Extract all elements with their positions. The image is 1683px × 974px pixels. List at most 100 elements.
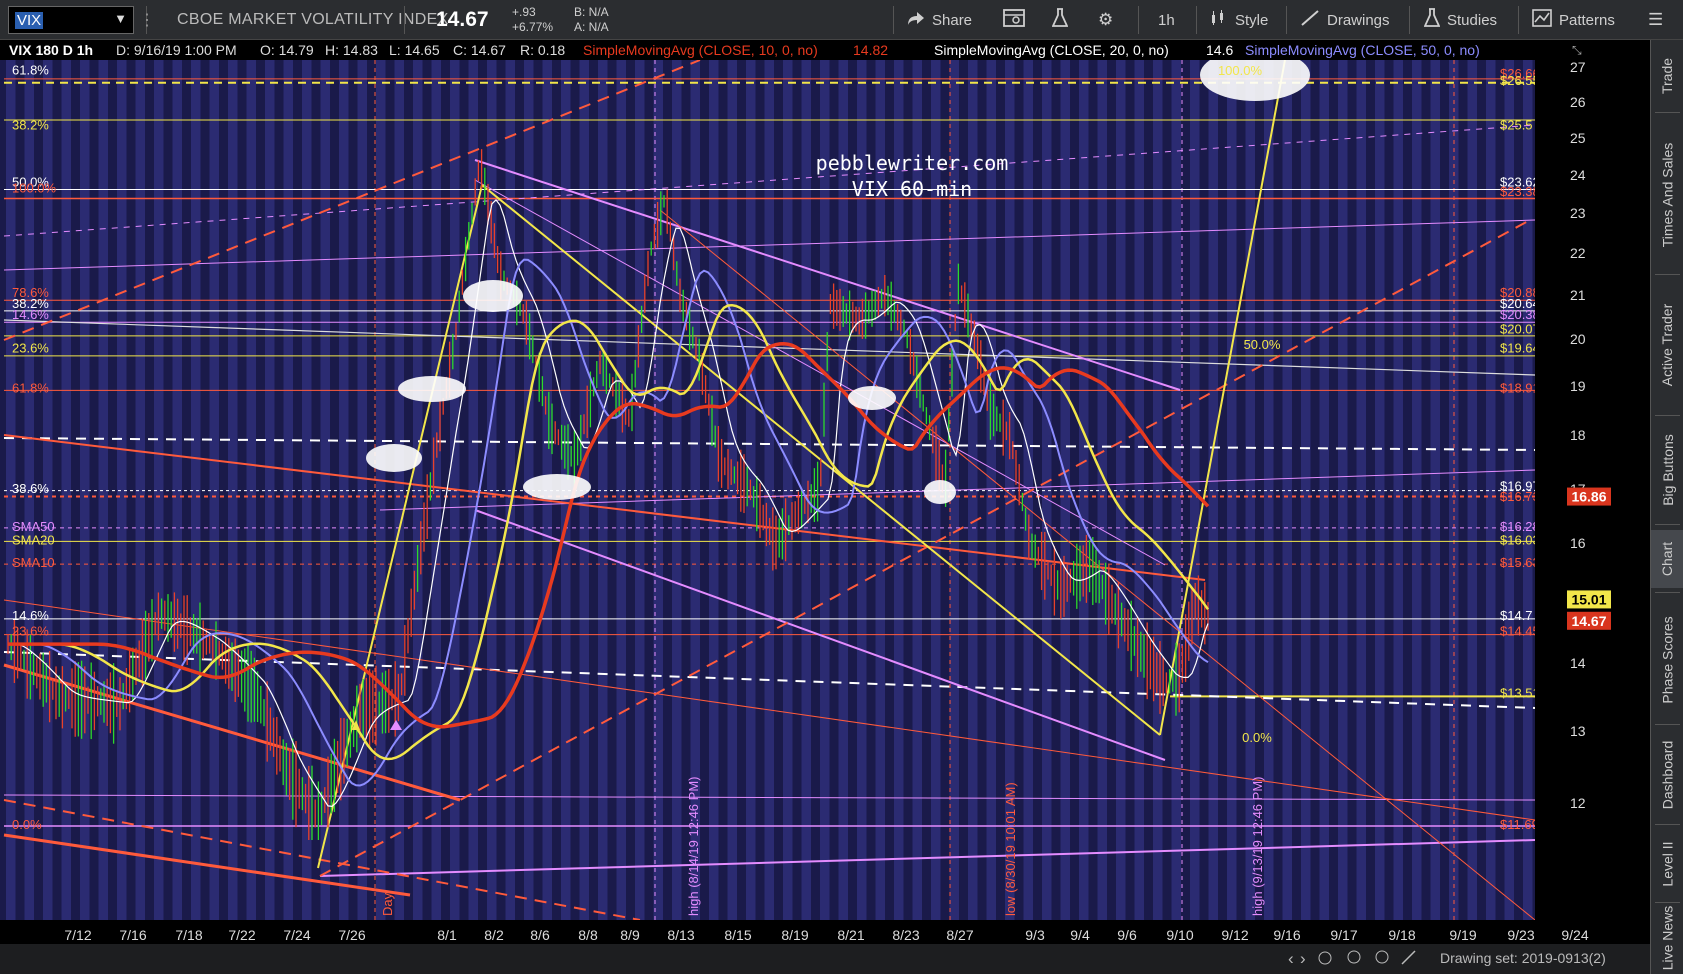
time-tick-label: 9/4 — [1070, 927, 1090, 943]
right-level-label: $13.51 — [1500, 686, 1540, 701]
tab-live-news[interactable]: Live News — [1651, 906, 1683, 971]
expand-icon[interactable]: ⤡ — [1572, 43, 1582, 57]
sma10-label[interactable]: SimpleMovingAvg (CLOSE, 10, 0, no) — [583, 42, 818, 58]
time-tick-label: 8/19 — [781, 927, 808, 943]
symbol-input[interactable]: VIX ▼ — [8, 6, 134, 34]
price-tick-label: 13 — [1570, 723, 1586, 739]
left-level-label: 100.0% — [12, 180, 57, 195]
last-price-badge: 14.67 — [1571, 613, 1606, 629]
left-level-label: 14.6% — [12, 608, 49, 623]
time-tick-label: 8/13 — [667, 927, 694, 943]
time-tick-label: 9/18 — [1388, 927, 1415, 943]
time-tick-label: 9/6 — [1117, 927, 1137, 943]
flask-button[interactable] — [1051, 0, 1069, 40]
top-toolbar: VIX ▼ ⋮ CBOE MARKET VOLATILITY INDEX 14.… — [0, 0, 1683, 40]
price-chart[interactable]: 61.8% 38.2% 50.0% 100.0% 78.6% 38.2% 14.6% 23.6… — [0, 40, 1650, 974]
tab-label: Times And Sales — [1659, 142, 1676, 248]
chevron-down-icon[interactable]: ▼ — [114, 11, 127, 26]
time-tick-label: 8/21 — [837, 927, 864, 943]
grid-settings-button[interactable] — [1003, 0, 1025, 40]
header-open: O: 14.79 — [260, 42, 314, 58]
chart-canvas[interactable]: 61.8%38.2%50.0%100.0%78.6%38.2%14.6%23.6… — [0, 40, 1650, 974]
left-level-label: 23.6% — [12, 340, 49, 355]
fib-50-label: 50.0% — [1244, 337, 1281, 352]
patterns-icon — [1532, 9, 1552, 31]
tab-level-ii[interactable]: Level II — [1651, 830, 1683, 898]
header-range: R: 0.18 — [520, 42, 565, 58]
high-marker-label: high (8/14/19 12:46 PM) — [686, 777, 701, 916]
pencil-icon — [1300, 9, 1320, 31]
header-date: D: 9/16/19 1:00 PM — [116, 42, 237, 58]
settings-button[interactable]: ⚙ — [1098, 0, 1113, 40]
time-tick-label: 7/22 — [228, 927, 255, 943]
tab-big-buttons[interactable]: Big Buttons — [1651, 420, 1683, 520]
menu-button[interactable]: ☰ — [1648, 0, 1663, 40]
divider — [1518, 6, 1519, 34]
time-tick-label: 7/18 — [175, 927, 202, 943]
time-tick-label: 7/24 — [283, 927, 310, 943]
price-tick-label: 21 — [1570, 287, 1586, 303]
drawings-button[interactable]: Drawings — [1300, 0, 1390, 40]
scroll-left-icon[interactable]: ‹ — [1288, 949, 1294, 968]
time-tick-label: 7/12 — [64, 927, 91, 943]
style-button[interactable]: Style — [1210, 0, 1268, 40]
watermark-title: VIX 60-min — [852, 177, 972, 201]
style-icon — [1210, 9, 1228, 31]
time-tick-label: 7/26 — [338, 927, 365, 943]
time-tick-label: 9/16 — [1273, 927, 1300, 943]
left-level-label: 61.8% — [12, 63, 49, 78]
price-tick-label: 27 — [1570, 59, 1586, 75]
divider — [1655, 524, 1680, 525]
studies-label: Studies — [1447, 11, 1498, 29]
tab-trade[interactable]: Trade — [1651, 46, 1683, 106]
patterns-button[interactable]: Patterns — [1532, 0, 1615, 40]
change-value: +.93 — [512, 5, 536, 19]
fib-100-label: 100.0% — [1218, 63, 1263, 78]
right-level-label: $26.55 — [1500, 73, 1540, 88]
divider — [1655, 112, 1680, 113]
highlight-ellipse — [848, 386, 896, 410]
status-bar — [0, 944, 1650, 974]
timeframe-button[interactable]: 1h — [1158, 0, 1175, 40]
tab-phase-scores[interactable]: Phase Scores — [1651, 600, 1683, 720]
symbol-description: CBOE MARKET VOLATILITY INDEX — [177, 11, 449, 28]
grid-gear-icon — [1003, 9, 1025, 31]
last-price: 14.67 — [436, 8, 489, 31]
style-label: Style — [1235, 11, 1269, 29]
share-button[interactable]: Share — [907, 0, 972, 40]
tab-label: Active Trader — [1659, 303, 1676, 387]
time-tick-label: 8/8 — [578, 927, 598, 943]
time-tick-label: 8/27 — [946, 927, 973, 943]
right-level-label: $18.91 — [1500, 380, 1540, 395]
tab-times-and-sales[interactable]: Times And Sales — [1651, 120, 1683, 270]
scroll-right-icon[interactable]: › — [1300, 949, 1306, 968]
time-tick-label: 9/3 — [1025, 927, 1045, 943]
time-tick-label: 8/15 — [724, 927, 751, 943]
tab-label: Big Buttons — [1659, 434, 1676, 506]
left-level-label: 38.2% — [12, 117, 49, 132]
drag-handle-icon[interactable]: ⋮ — [139, 0, 155, 40]
price-tick-label: 26 — [1570, 94, 1586, 110]
tab-active-trader[interactable]: Active Trader — [1651, 280, 1683, 410]
right-level-label: $11.69 — [1500, 817, 1539, 832]
price-tick-label: 12 — [1570, 795, 1586, 811]
divider — [1655, 274, 1680, 275]
sma50-label[interactable]: SimpleMovingAvg (CLOSE, 50, 0, no) — [1245, 42, 1480, 58]
header-high: H: 14.83 — [325, 42, 378, 58]
divider — [404, 6, 405, 34]
tab-chart[interactable]: Chart — [1651, 530, 1683, 588]
fib-0-label: 0.0% — [1242, 730, 1272, 745]
price-tick-label: 18 — [1570, 427, 1586, 443]
time-tick-label: 8/9 — [620, 927, 640, 943]
ask-value: A: N/A — [574, 20, 609, 34]
price-tick-label: 20 — [1570, 331, 1586, 347]
studies-button[interactable]: Studies — [1423, 0, 1498, 40]
tab-dashboard[interactable]: Dashboard — [1651, 730, 1683, 820]
sma20-label[interactable]: SimpleMovingAvg (CLOSE, 20, 0, no) — [934, 42, 1169, 58]
right-level-label: $16.73 — [1500, 489, 1540, 504]
symbol-value: VIX — [15, 12, 44, 29]
bid-ask: B: N/A A: N/A — [574, 5, 609, 35]
time-tick-label: 9/10 — [1166, 927, 1193, 943]
time-tick-label: 9/17 — [1330, 927, 1357, 943]
drawing-set-label[interactable]: Drawing set: 2019-0913(2) — [1440, 950, 1606, 966]
